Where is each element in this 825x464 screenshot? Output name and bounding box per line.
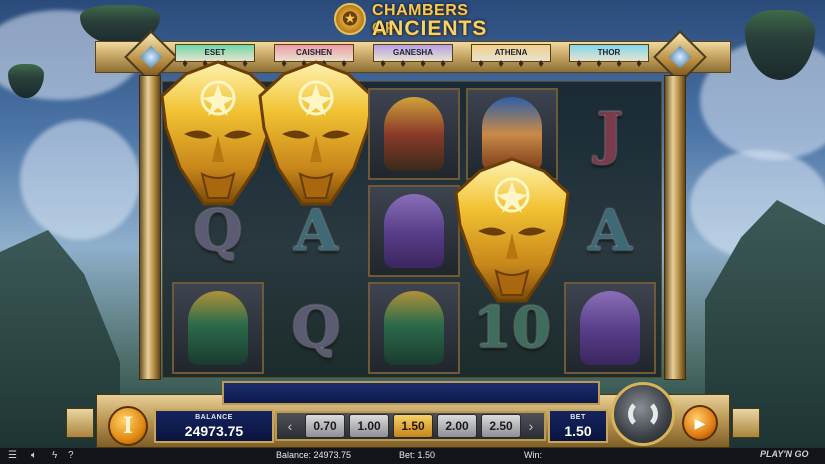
turbo-icon[interactable]: ϟ xyxy=(52,450,57,461)
spin-button[interactable] xyxy=(611,382,675,446)
ganesha-portrait xyxy=(384,194,444,268)
symbol-label: Q xyxy=(193,198,243,264)
help-icon[interactable]: ? xyxy=(68,450,74,461)
symbol-ganesha xyxy=(564,282,656,374)
symbol-label: A xyxy=(588,198,632,264)
symbol-q: Q xyxy=(172,185,264,277)
bet-option-button[interactable]: 0.70 xyxy=(305,414,345,438)
progress-pips xyxy=(471,60,551,70)
symbol-label: Q xyxy=(291,295,341,361)
message-panel xyxy=(222,381,600,405)
ganesha-portrait xyxy=(580,291,640,365)
status-footer: ☰ 🔈︎ ϟ ? Balance: 24973.75 Bet: 1.50 Win… xyxy=(0,448,825,464)
symbol-a: A xyxy=(270,185,362,277)
symbol-label: 10 xyxy=(473,295,551,361)
bet-panel: BET 1.50 xyxy=(548,409,608,443)
bet-option-button[interactable]: 2.50 xyxy=(481,414,521,438)
balance-label: BALANCE xyxy=(195,414,233,421)
sound-icon[interactable]: 🔈︎ xyxy=(31,450,37,461)
menu-icon[interactable]: ☰ xyxy=(8,450,17,461)
emblem-icon: ✪ xyxy=(334,3,366,35)
eset-portrait xyxy=(384,291,444,365)
info-button[interactable]: I xyxy=(108,406,148,446)
footer-bet: Bet: 1.50 xyxy=(399,450,436,460)
bet-option-button[interactable]: 1.50 xyxy=(393,414,433,438)
symbol-eset xyxy=(172,282,264,374)
symbol-label: A xyxy=(294,198,338,264)
footer-balance: Balance: 24973.75 xyxy=(276,450,352,460)
footer-win: Win: xyxy=(524,450,542,460)
progress-pips xyxy=(569,60,649,70)
game-logo: ✪ CHAMBERS OF ANCIENTS xyxy=(334,2,494,40)
left-ornament xyxy=(66,408,94,438)
symbol-a: A xyxy=(564,185,656,277)
play-icon: ▶ xyxy=(694,415,706,431)
symbol-ganesha xyxy=(368,185,460,277)
right-pillar xyxy=(664,75,686,380)
symbol-eset xyxy=(368,282,460,374)
athena-portrait xyxy=(384,97,444,171)
bet-value: 1.50 xyxy=(564,423,592,439)
symbol-10: 10 xyxy=(466,282,558,374)
symbol-athena xyxy=(368,88,460,180)
bet-option-button[interactable]: 1.00 xyxy=(349,414,389,438)
eset-portrait xyxy=(188,291,248,365)
progress-pips xyxy=(373,60,453,70)
spin-icon xyxy=(628,399,658,429)
balance-value: 24973.75 xyxy=(184,423,244,439)
cloud xyxy=(20,120,140,240)
bet-decrease-icon[interactable]: ‹ xyxy=(283,415,297,437)
balance-panel: BALANCE 24973.75 xyxy=(154,409,274,443)
logo-title-line2: ANCIENTS xyxy=(372,17,488,40)
autoplay-button[interactable]: ▶ xyxy=(682,405,718,441)
provider-logo: PLAY'N GO xyxy=(760,449,809,459)
symbol-j: J xyxy=(564,88,656,180)
symbol-q: Q xyxy=(270,282,362,374)
right-ornament xyxy=(732,408,760,438)
bet-label: BET xyxy=(570,414,586,421)
bet-increase-icon[interactable]: › xyxy=(524,415,538,437)
symbol-label: J xyxy=(596,101,624,167)
bet-option-button[interactable]: 2.00 xyxy=(437,414,477,438)
